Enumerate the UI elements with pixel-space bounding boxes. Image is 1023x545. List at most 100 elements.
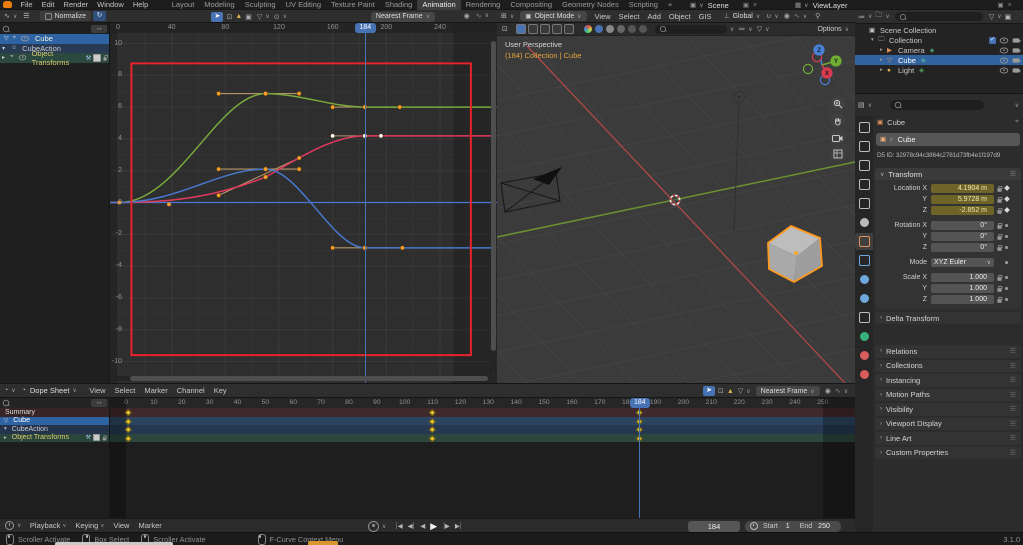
solid-shading-icon[interactable]: [594, 25, 603, 33]
falloff-icon[interactable]: ∿: [835, 387, 841, 395]
tab--[interactable]: +: [663, 0, 677, 10]
value-field[interactable]: 1.000: [931, 294, 994, 304]
dope-lane-1[interactable]: [110, 416, 855, 425]
previous-frame-button[interactable]: ◀: [418, 522, 427, 530]
animate-dot-icon[interactable]: [1005, 298, 1008, 301]
rendered-icon[interactable]: [616, 25, 625, 33]
handle-point[interactable]: [216, 91, 221, 96]
hide-eye-icon[interactable]: [999, 67, 1009, 73]
viewlayer-name[interactable]: ViewLayer: [813, 1, 848, 10]
jump-to-end-button[interactable]: ▶⏐: [452, 522, 464, 531]
viewport-search-field[interactable]: [654, 24, 727, 34]
dope-menu-marker[interactable]: Marker: [140, 386, 172, 395]
filter-icon[interactable]: ▽: [4, 35, 9, 42]
keyframe-diamond-icon[interactable]: [1004, 185, 1010, 192]
dope-lane-3[interactable]: [110, 433, 855, 442]
handle-point[interactable]: [296, 91, 302, 96]
disable-render-icon[interactable]: [1012, 57, 1022, 63]
lock-icon[interactable]: [997, 185, 1003, 192]
timeline-menu-playback[interactable]: Playback ∨: [25, 521, 70, 530]
display-mode-icon[interactable]: ≔: [858, 13, 865, 21]
auto-normalize-button[interactable]: ↻: [93, 11, 107, 21]
wireframe-icon[interactable]: [605, 25, 614, 33]
disclosure-arrow[interactable]: ▸: [880, 57, 887, 63]
falloff-icon[interactable]: ∿: [794, 12, 800, 20]
animate-dot-icon[interactable]: [1005, 224, 1008, 227]
pin-icon[interactable]: ⌖: [13, 35, 16, 42]
panel-viewport-display[interactable]: › Viewport Display ☰: [875, 417, 1021, 430]
hide-eye-icon[interactable]: [999, 37, 1009, 43]
disclosure-arrow[interactable]: ▾: [4, 426, 7, 432]
scene-name[interactable]: Scene: [708, 1, 729, 10]
properties-tab-constraints[interactable]: [855, 309, 873, 326]
proportional-edit-icon[interactable]: ◉: [464, 12, 470, 20]
blender-logo[interactable]: [3, 1, 12, 8]
properties-tab-tool[interactable]: [855, 119, 873, 136]
warning-icon[interactable]: ▲: [727, 388, 734, 395]
timeline-menu-keying[interactable]: Keying ∨: [71, 521, 109, 530]
handle-point[interactable]: [216, 192, 221, 198]
select-tool-icon[interactable]: ➤: [211, 11, 224, 22]
end-value[interactable]: 250: [818, 523, 830, 530]
panel-motion-paths[interactable]: › Motion Paths ☰: [875, 388, 1021, 401]
properties-tab-world[interactable]: [855, 214, 873, 231]
dope-mode-dropdown[interactable]: ◔ Dope Sheet ∨: [22, 386, 77, 395]
editor-type-icon[interactable]: ◔: [4, 387, 8, 394]
modifier-icon[interactable]: ⚒: [85, 54, 91, 62]
panel-drag-icon[interactable]: ☰: [1010, 449, 1016, 457]
handle-point[interactable]: [400, 245, 405, 251]
panel-drag-icon[interactable]: ☰: [1010, 405, 1016, 413]
handle-point[interactable]: [378, 133, 384, 139]
graph-playhead-badge[interactable]: 184: [354, 23, 376, 33]
use-preview-range-icon[interactable]: [750, 522, 758, 530]
menu-help[interactable]: Help: [128, 0, 152, 9]
disclosure-arrow[interactable]: ▾: [2, 45, 9, 52]
disclosure-arrow[interactable]: ▸: [2, 54, 8, 61]
lock-icon[interactable]: [997, 274, 1003, 281]
disable-render-icon[interactable]: [1012, 47, 1022, 53]
handle-point[interactable]: [296, 166, 302, 172]
animate-dot-icon[interactable]: [1005, 235, 1008, 238]
animate-dot-icon[interactable]: [1005, 246, 1008, 249]
lock-icon[interactable]: [997, 296, 1003, 303]
new-viewlayer-icon[interactable]: ▣: [997, 1, 1003, 9]
panel-drag-icon[interactable]: ☰: [1010, 347, 1016, 355]
dope-playhead-line[interactable]: [638, 398, 641, 519]
menu-window[interactable]: Window: [93, 0, 129, 9]
scene-selector[interactable]: ▣ ∨ Scene ▣ ×: [690, 0, 757, 10]
filter-icon[interactable]: ▽: [757, 25, 762, 33]
properties-tab-object-data[interactable]: [855, 328, 873, 345]
mute-checkbox[interactable]: [93, 434, 100, 442]
disclosure-arrow[interactable]: ▸: [4, 435, 7, 441]
filter-icon[interactable]: ▽: [4, 418, 8, 424]
frame-snap-dropdown[interactable]: Nearest Frame ∨: [370, 11, 435, 22]
select-tool-icon[interactable]: ➤: [703, 386, 715, 396]
jump-to-start-button[interactable]: ⏐◀: [392, 522, 404, 531]
viewport-menu-select[interactable]: Select: [615, 12, 644, 21]
panel-drag-icon[interactable]: ☰: [1010, 420, 1016, 428]
tab-shading[interactable]: Shading: [380, 0, 418, 10]
dope-channel-cubeaction[interactable]: ▾ CubeAction: [0, 425, 109, 434]
menu-render[interactable]: Render: [59, 0, 93, 9]
pin-icon[interactable]: ⌖: [1015, 118, 1019, 126]
tab-rendering[interactable]: Rendering: [461, 0, 506, 10]
viewport-menu-object[interactable]: Object: [665, 12, 695, 21]
value-field[interactable]: 0°: [931, 220, 994, 230]
lock-icon[interactable]: [997, 244, 1003, 251]
gizmo-negative-axis[interactable]: [802, 63, 814, 75]
transform-tool-icon[interactable]: [563, 24, 574, 34]
falloff-icon[interactable]: ∿: [476, 12, 482, 20]
transform-panel-header[interactable]: ∨ Transform ☰: [875, 168, 1021, 180]
properties-tab-view-layer[interactable]: [855, 176, 873, 193]
panel-line-art[interactable]: › Line Art ☰: [875, 432, 1021, 445]
panel-drag-icon[interactable]: ☰: [1010, 391, 1016, 399]
overlays-icon[interactable]: ⚲: [815, 12, 820, 20]
animate-dot-icon[interactable]: [1005, 261, 1008, 264]
select-box-tool-icon[interactable]: [515, 24, 526, 34]
overlay-icon[interactable]: ▣: [1005, 13, 1012, 21]
panel-instancing[interactable]: › Instancing ☰: [875, 374, 1021, 387]
snap-icon[interactable]: ∪: [766, 12, 771, 20]
filter-collection-icon[interactable]: 🗀: [875, 11, 882, 22]
properties-tab-render[interactable]: [855, 138, 873, 155]
graph-playhead-line[interactable]: [364, 23, 367, 383]
